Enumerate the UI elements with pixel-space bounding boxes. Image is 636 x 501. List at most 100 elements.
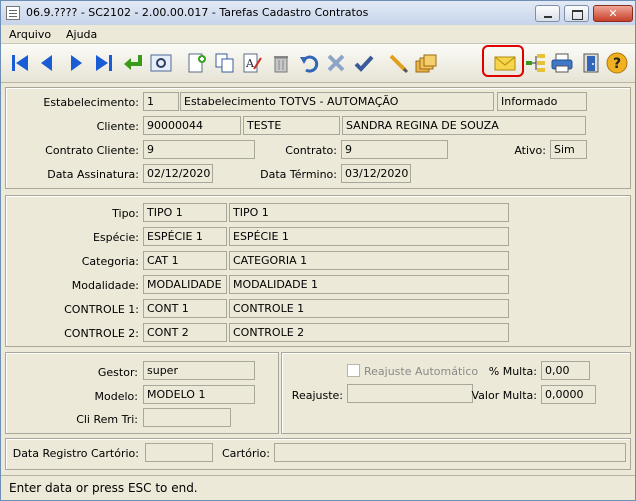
cartorio-label: Cartório: bbox=[221, 447, 270, 460]
contrato-cliente-label: Contrato Cliente: bbox=[45, 144, 139, 157]
toolbar: A ? bbox=[1, 44, 635, 83]
svg-text:?: ? bbox=[613, 56, 621, 72]
cliente-short-field: TESTE bbox=[243, 116, 340, 135]
save-icon bbox=[354, 55, 374, 72]
goto-button[interactable] bbox=[120, 50, 146, 76]
tree-icon bbox=[526, 54, 545, 72]
contrato-field[interactable]: 9 bbox=[341, 140, 448, 159]
exit-icon bbox=[583, 53, 599, 73]
status-bar: Enter data or press ESC to end. bbox=[1, 475, 635, 500]
last-record-button[interactable] bbox=[91, 50, 117, 76]
classification-label: Tipo: bbox=[112, 207, 139, 220]
delete-button[interactable] bbox=[268, 50, 294, 76]
multa-pct-field[interactable]: 0,00 bbox=[541, 361, 590, 380]
close-button[interactable] bbox=[593, 5, 633, 22]
classification-code-field[interactable]: MODALIDADE 1 bbox=[143, 275, 227, 294]
classification-description-field: CONTROLE 2 bbox=[229, 323, 509, 342]
cliente-label: Cliente: bbox=[96, 120, 139, 133]
new-button[interactable] bbox=[184, 50, 210, 76]
previous-icon bbox=[41, 55, 52, 71]
reajuste-automatico-checkbox[interactable] bbox=[347, 364, 360, 377]
gestor-label: Gestor: bbox=[97, 366, 138, 379]
estabelecimento-label: Estabelecimento: bbox=[43, 96, 139, 109]
reajuste-label: Reajuste: bbox=[291, 389, 343, 402]
cli-rem-tri-label: Cli Rem Tri: bbox=[76, 413, 138, 426]
data-termino-label: Data Término: bbox=[260, 168, 337, 181]
edit-button[interactable]: A bbox=[239, 50, 265, 76]
cli-rem-tri-field[interactable] bbox=[143, 408, 231, 427]
modelo-field[interactable]: MODELO 1 bbox=[143, 385, 255, 404]
data-termino-field[interactable]: 03/12/2020 bbox=[341, 164, 411, 183]
first-icon bbox=[12, 55, 28, 71]
last-icon bbox=[96, 55, 112, 71]
classification-code-field[interactable]: CONT 1 bbox=[143, 299, 227, 318]
contrato-cliente-field[interactable]: 9 bbox=[143, 140, 255, 159]
first-record-button[interactable] bbox=[7, 50, 33, 76]
delete-icon bbox=[274, 56, 288, 73]
pencil-button[interactable] bbox=[385, 50, 411, 76]
data-registro-field[interactable] bbox=[145, 443, 213, 462]
status-text: Enter data or press ESC to end. bbox=[9, 481, 198, 495]
classification-description-field: MODALIDADE 1 bbox=[229, 275, 509, 294]
help-button[interactable]: ? bbox=[604, 50, 630, 76]
print-button[interactable] bbox=[549, 50, 575, 76]
data-registro-label: Data Registro Cartório: bbox=[12, 447, 139, 460]
previous-record-button[interactable] bbox=[34, 50, 60, 76]
new-icon bbox=[188, 53, 206, 73]
classification-description-field: ESPÉCIE 1 bbox=[229, 227, 509, 246]
folders-icon bbox=[415, 54, 437, 73]
maximize-button[interactable] bbox=[564, 5, 589, 22]
ativo-field[interactable]: Sim bbox=[550, 140, 587, 159]
next-icon bbox=[71, 55, 82, 71]
cliente-code-field[interactable]: 90000044 bbox=[143, 116, 241, 135]
copy-button[interactable] bbox=[212, 50, 238, 76]
valor-multa-label: Valor Multa: bbox=[471, 389, 538, 402]
app-icon bbox=[6, 6, 20, 20]
cartorio-field[interactable] bbox=[274, 443, 626, 462]
mail-highlight-box bbox=[482, 45, 524, 77]
multa-pct-label: % Multa: bbox=[488, 365, 537, 378]
classification-label: Modalidade: bbox=[71, 279, 139, 292]
cancel-icon bbox=[327, 54, 345, 72]
pencil-icon bbox=[389, 54, 409, 74]
classification-code-field[interactable]: CAT 1 bbox=[143, 251, 227, 270]
minimize-button[interactable] bbox=[535, 5, 560, 22]
classification-description-field: TIPO 1 bbox=[229, 203, 509, 222]
copy-icon bbox=[215, 53, 234, 73]
estabelecimento-name-field: Estabelecimento TOTVS - AUTOMAÇÃO bbox=[180, 92, 494, 111]
folders-button[interactable] bbox=[413, 50, 439, 76]
estabelecimento-status-field: Informado bbox=[497, 92, 587, 111]
menu-arquivo[interactable]: Arquivo bbox=[9, 28, 51, 41]
edit-icon: A bbox=[243, 53, 262, 73]
undo-icon bbox=[300, 55, 319, 73]
gestor-field[interactable]: super bbox=[143, 361, 255, 380]
main-window: 06.9.???? - SC2102 - 2.00.00.017 - Taref… bbox=[0, 0, 636, 501]
cancel-button[interactable] bbox=[323, 50, 349, 76]
cliente-name-field: SANDRA REGINA DE SOUZA bbox=[342, 116, 586, 135]
next-record-button[interactable] bbox=[63, 50, 89, 76]
save-button[interactable] bbox=[351, 50, 377, 76]
menu-bar: Arquivo Ajuda bbox=[1, 25, 635, 44]
classification-label: CONTROLE 2: bbox=[64, 327, 139, 340]
undo-button[interactable] bbox=[296, 50, 322, 76]
modelo-label: Modelo: bbox=[94, 390, 138, 403]
classification-code-field[interactable]: TIPO 1 bbox=[143, 203, 227, 222]
help-icon: ? bbox=[606, 52, 628, 74]
classification-code-field[interactable]: ESPÉCIE 1 bbox=[143, 227, 227, 246]
data-assinatura-field[interactable]: 02/12/2020 bbox=[143, 164, 213, 183]
search-icon bbox=[150, 54, 172, 72]
print-icon bbox=[551, 53, 573, 73]
reajuste-field[interactable] bbox=[347, 384, 473, 403]
menu-ajuda[interactable]: Ajuda bbox=[66, 28, 97, 41]
search-button[interactable] bbox=[148, 50, 174, 76]
window-title: 06.9.???? - SC2102 - 2.00.00.017 - Taref… bbox=[26, 6, 369, 19]
exit-button[interactable] bbox=[578, 50, 604, 76]
classification-code-field[interactable]: CONT 2 bbox=[143, 323, 227, 342]
classification-label: Espécie: bbox=[92, 231, 139, 244]
valor-multa-field[interactable]: 0,0000 bbox=[541, 385, 596, 404]
estabelecimento-code-field[interactable]: 1 bbox=[143, 92, 179, 111]
title-bar[interactable]: 06.9.???? - SC2102 - 2.00.00.017 - Taref… bbox=[1, 1, 635, 25]
tree-button[interactable] bbox=[523, 50, 549, 76]
data-assinatura-label: Data Assinatura: bbox=[47, 168, 139, 181]
contrato-label: Contrato: bbox=[285, 144, 337, 157]
